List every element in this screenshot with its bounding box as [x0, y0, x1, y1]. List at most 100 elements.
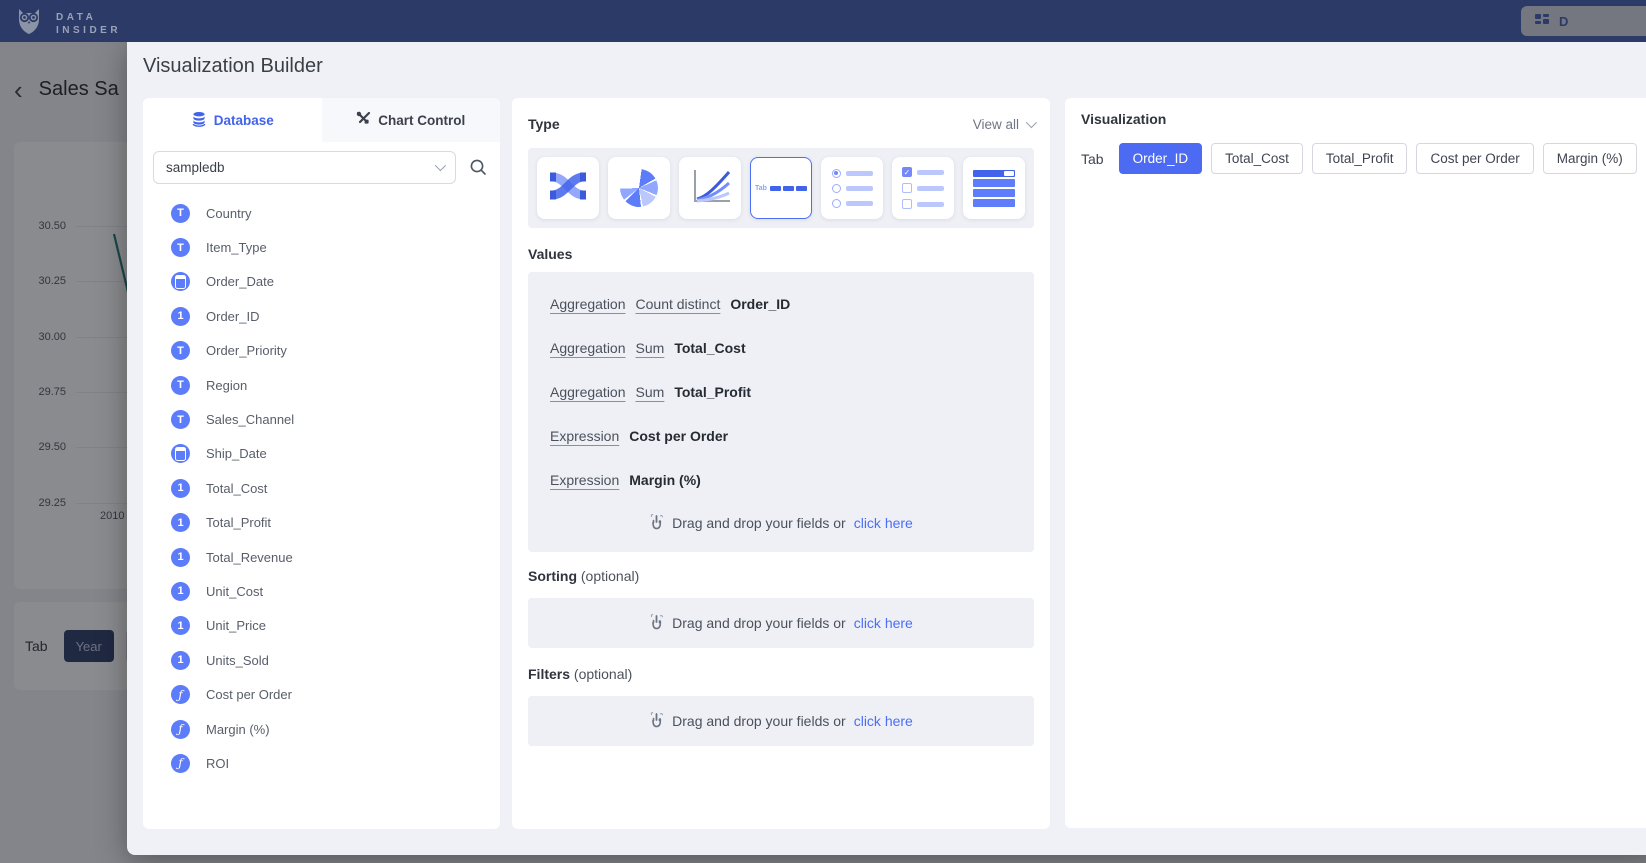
value-row[interactable]: Aggregation Sum Total_Cost: [550, 326, 1012, 370]
value-row[interactable]: Expression Margin (%): [550, 458, 1012, 502]
datasource-select[interactable]: sampledb: [153, 151, 456, 184]
table-icon: [973, 170, 1015, 207]
builder-panel: Type View all: [512, 98, 1050, 829]
number-field-icon: 1: [171, 548, 190, 567]
owl-logo-icon: [12, 3, 46, 42]
viz-tab-cost-per-order[interactable]: Cost per Order: [1416, 143, 1533, 174]
brand-text: DATA INSIDER: [56, 9, 121, 37]
value-field: Order_ID: [730, 296, 790, 312]
chart-type-sankey[interactable]: [537, 157, 599, 219]
modal-title: Visualization Builder: [143, 55, 323, 78]
value-field: Total_Profit: [674, 384, 751, 400]
field-row[interactable]: TOrder_Priority: [171, 334, 500, 368]
aggregation-link[interactable]: Aggregation: [550, 296, 626, 312]
field-row[interactable]: TItem_Type: [171, 230, 500, 264]
tab-database[interactable]: Database: [143, 98, 322, 142]
brand-line-2: INSIDER: [56, 25, 121, 36]
sankey-icon: [548, 166, 588, 211]
type-section-title: Type: [528, 116, 560, 132]
dragdrop-hint-text: Drag and drop your fields or: [672, 615, 846, 631]
visualization-section-title: Visualization: [1081, 111, 1166, 127]
function-field-icon: ƒ: [171, 685, 190, 704]
line-chart-icon: [688, 166, 732, 211]
chart-type-radio-list[interactable]: [821, 157, 883, 219]
date-field-icon: [171, 444, 190, 463]
sorting-dropzone[interactable]: Drag and drop your fields or click here: [528, 598, 1034, 648]
text-field-icon: T: [171, 204, 190, 223]
chart-type-checkbox-list[interactable]: ✓: [892, 157, 954, 219]
aggregation-link[interactable]: Aggregation: [550, 384, 626, 400]
values-dropzone[interactable]: Aggregation Count distinct Order_ID Aggr…: [528, 272, 1034, 552]
field-row[interactable]: 1Total_Revenue: [171, 540, 500, 574]
pie-chart-icon: [620, 169, 658, 207]
chart-type-pie[interactable]: [608, 157, 670, 219]
number-field-icon: 1: [171, 513, 190, 532]
visualization-panel: Visualization Tab Order_ID Total_Cost To…: [1065, 98, 1646, 828]
field-row[interactable]: 1Total_Cost: [171, 471, 500, 505]
field-row[interactable]: TCountry: [171, 196, 500, 230]
text-field-icon: T: [171, 410, 190, 429]
field-row[interactable]: TSales_Channel: [171, 402, 500, 436]
field-row[interactable]: 1Total_Profit: [171, 506, 500, 540]
search-icon[interactable]: [467, 155, 490, 179]
expression-link[interactable]: Expression: [550, 472, 619, 488]
values-section-title: Values: [528, 246, 572, 262]
function-field-icon: ƒ: [171, 720, 190, 739]
filters-click-here-link[interactable]: click here: [854, 713, 913, 729]
database-icon: [191, 111, 207, 130]
number-field-icon: 1: [171, 651, 190, 670]
brand[interactable]: DATA INSIDER: [12, 3, 121, 42]
field-row[interactable]: TRegion: [171, 368, 500, 402]
aggregation-type-link[interactable]: Count distinct: [636, 296, 721, 312]
chart-type-line[interactable]: [679, 157, 741, 219]
field-list: TCountry TItem_Type Order_Date 1Order_ID…: [143, 196, 500, 829]
dashboard-button[interactable]: D: [1521, 6, 1646, 36]
tab-chart-control[interactable]: Chart Control: [322, 98, 501, 142]
aggregation-type-link[interactable]: Sum: [636, 340, 665, 356]
dashboard-button-label: D: [1559, 14, 1568, 29]
panel-tabs: Database Chart Control: [143, 98, 500, 142]
datasource-value: sampledb: [166, 160, 225, 175]
drag-hand-icon: [649, 711, 664, 731]
value-row[interactable]: Expression Cost per Order: [550, 414, 1012, 458]
view-all-label: View all: [973, 117, 1019, 132]
viz-tab-total-profit[interactable]: Total_Profit: [1312, 143, 1408, 174]
expression-link[interactable]: Expression: [550, 428, 619, 444]
value-row[interactable]: Aggregation Count distinct Order_ID: [550, 282, 1012, 326]
values-click-here-link[interactable]: click here: [854, 515, 913, 531]
field-row[interactable]: ƒROI: [171, 746, 500, 780]
radio-list-icon: [832, 169, 873, 208]
filters-dropzone[interactable]: Drag and drop your fields or click here: [528, 696, 1034, 746]
text-field-icon: T: [171, 341, 190, 360]
view-all-dropdown[interactable]: View all: [973, 117, 1034, 132]
sorting-click-here-link[interactable]: click here: [854, 615, 913, 631]
field-row[interactable]: 1Unit_Cost: [171, 574, 500, 608]
chevron-down-icon: [1026, 117, 1037, 128]
viz-tab-margin[interactable]: Margin (%): [1543, 143, 1637, 174]
text-field-icon: T: [171, 238, 190, 257]
chart-type-table[interactable]: [963, 157, 1025, 219]
value-field: Total_Cost: [674, 340, 745, 356]
field-row[interactable]: 1Units_Sold: [171, 643, 500, 677]
viz-tab-order-id[interactable]: Order_ID: [1119, 143, 1203, 174]
tab-chart-control-label: Chart Control: [378, 113, 465, 128]
sorting-section-title: Sorting (optional): [528, 568, 639, 584]
value-row[interactable]: Aggregation Sum Total_Profit: [550, 370, 1012, 414]
chart-type-strip: Tab ✓: [528, 148, 1034, 228]
field-row[interactable]: 1Order_ID: [171, 299, 500, 333]
field-row[interactable]: 1Unit_Price: [171, 609, 500, 643]
field-row[interactable]: ƒCost per Order: [171, 677, 500, 711]
database-panel: Database Chart Control: [143, 98, 500, 829]
aggregation-type-link[interactable]: Sum: [636, 384, 665, 400]
chart-type-tab[interactable]: Tab: [750, 157, 812, 219]
aggregation-link[interactable]: Aggregation: [550, 340, 626, 356]
field-row[interactable]: Order_Date: [171, 265, 500, 299]
number-field-icon: 1: [171, 616, 190, 635]
field-row[interactable]: ƒMargin (%): [171, 712, 500, 746]
function-field-icon: ƒ: [171, 754, 190, 773]
field-row[interactable]: Ship_Date: [171, 437, 500, 471]
viz-tab-total-cost[interactable]: Total_Cost: [1211, 143, 1303, 174]
chevron-down-icon: [435, 160, 446, 171]
value-field: Margin (%): [629, 472, 701, 488]
filters-section-title: Filters (optional): [528, 666, 632, 682]
